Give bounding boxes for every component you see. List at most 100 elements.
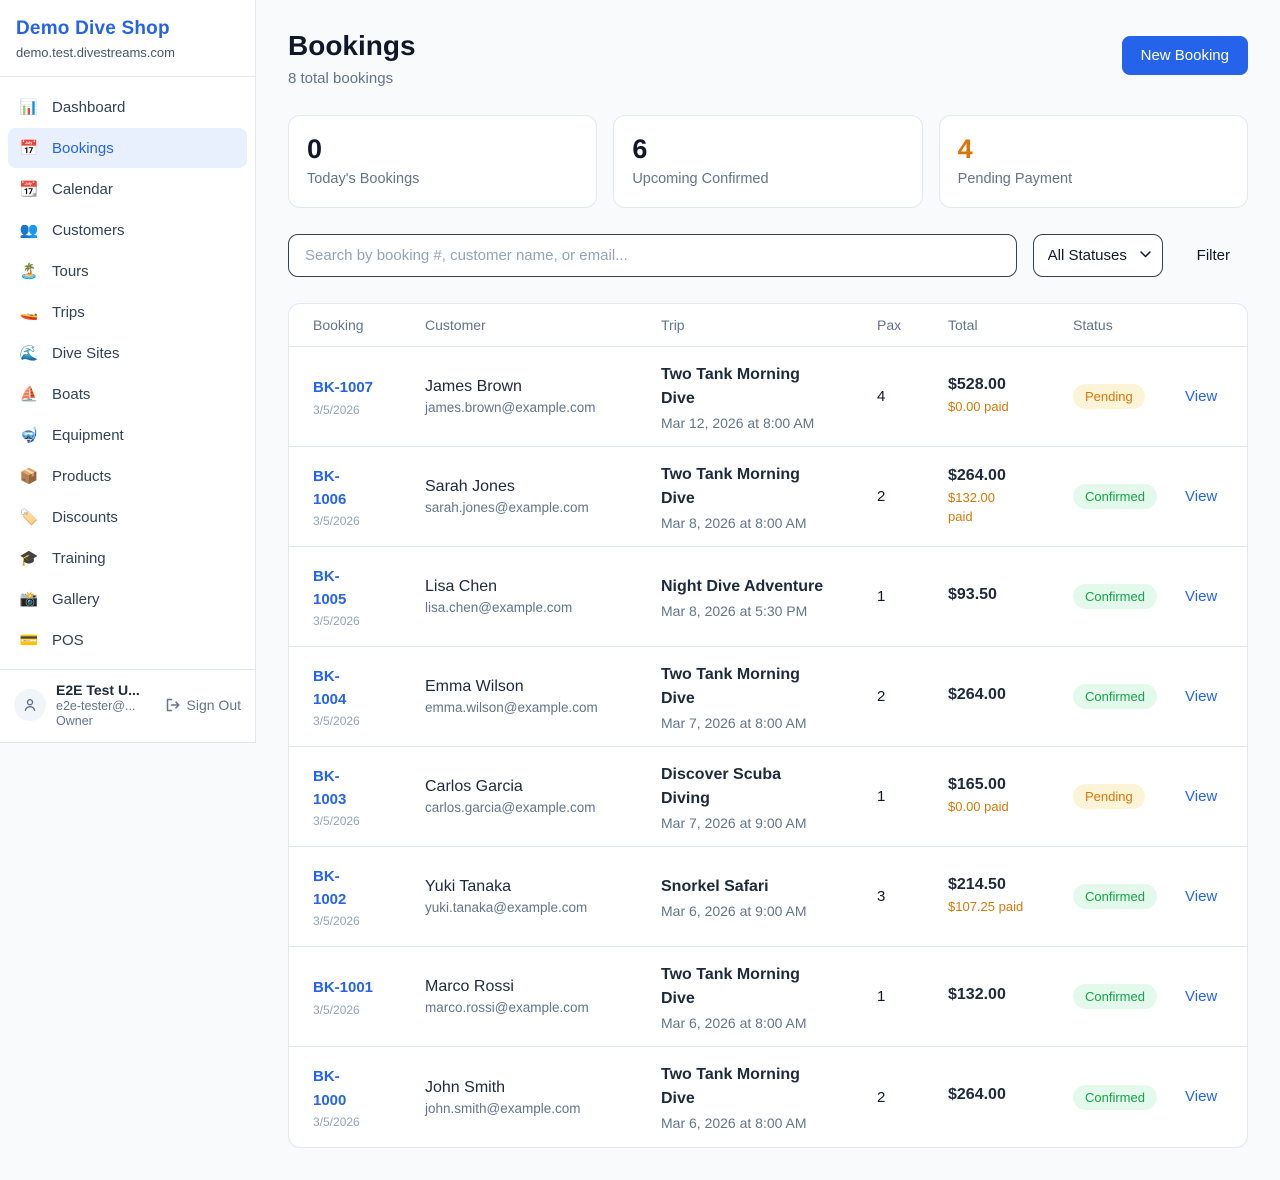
trip-name: Two Tank Morning Dive <box>661 663 867 711</box>
customer-cell: James Brown james.brown@example.com <box>425 378 661 415</box>
sidebar-nav-item[interactable]: 📊 Dashboard <box>8 87 247 127</box>
search-input[interactable] <box>288 234 1017 277</box>
sidebar-nav-item[interactable]: 👥 Customers <box>8 210 247 250</box>
view-link[interactable]: View <box>1185 988 1217 1005</box>
nav-item-icon: 🎓 <box>18 549 40 567</box>
user-info: E2E Test U... e2e-tester@... Owner <box>56 682 155 728</box>
status-cell: Confirmed <box>1073 484 1185 509</box>
customer-email: yuki.tanaka@example.com <box>425 900 651 915</box>
user-role: Owner <box>56 714 155 728</box>
view-link[interactable]: View <box>1185 788 1217 805</box>
column-header-pax: Pax <box>877 317 948 333</box>
sidebar-nav-item[interactable]: 🚤 Trips <box>8 292 247 332</box>
booking-id-link[interactable]: BK-1007 <box>313 376 415 399</box>
customer-name: Lisa Chen <box>425 578 651 596</box>
sidebar-nav-item[interactable]: 🌊 Dive Sites <box>8 333 247 373</box>
customer-name: Sarah Jones <box>425 478 651 496</box>
customer-email: lisa.chen@example.com <box>425 600 651 615</box>
stat-label: Pending Payment <box>958 171 1229 187</box>
booking-id-link[interactable]: BK- 1005 <box>313 565 415 612</box>
sidebar-nav-item[interactable]: 📆 Calendar <box>8 169 247 209</box>
page-header: Bookings 8 total bookings New Booking <box>288 30 1248 87</box>
nav-item-label: Equipment <box>52 427 124 444</box>
customer-name: Marco Rossi <box>425 978 651 996</box>
booking-id-link[interactable]: BK- 1006 <box>313 465 415 512</box>
sign-out-button[interactable]: Sign Out <box>165 697 241 713</box>
trip-cell: Discover Scuba Diving Mar 7, 2026 at 9:0… <box>661 763 877 831</box>
column-header-customer: Customer <box>425 317 661 333</box>
status-filter-select[interactable]: All Statuses <box>1033 234 1163 277</box>
total-amount: $214.50 <box>948 876 1063 894</box>
person-icon <box>22 697 38 713</box>
total-cell: $132.00 <box>948 986 1073 1008</box>
user-email: e2e-tester@... <box>56 699 155 713</box>
trip-cell: Night Dive Adventure Mar 8, 2026 at 5:30… <box>661 575 877 619</box>
trip-datetime: Mar 6, 2026 at 9:00 AM <box>661 903 867 919</box>
trip-name: Discover Scuba Diving <box>661 763 867 811</box>
nav-item-label: Trips <box>52 304 85 321</box>
booking-id-link[interactable]: BK- 1003 <box>313 765 415 812</box>
view-link[interactable]: View <box>1185 688 1217 705</box>
booking-id-link[interactable]: BK-1001 <box>313 976 415 999</box>
status-badge: Pending <box>1073 784 1145 809</box>
sidebar-nav-item[interactable]: 🏷️ Discounts <box>8 497 247 537</box>
trip-datetime: Mar 8, 2026 at 5:30 PM <box>661 603 867 619</box>
paid-amount: $0.00 paid <box>948 398 1063 417</box>
nav-item-label: Products <box>52 468 111 485</box>
booking-date: 3/5/2026 <box>313 814 415 828</box>
sidebar-nav-item[interactable]: 🏝️ Tours <box>8 251 247 291</box>
customer-name: Carlos Garcia <box>425 778 651 796</box>
booking-date: 3/5/2026 <box>313 1115 415 1129</box>
trip-cell: Two Tank Morning Dive Mar 6, 2026 at 8:0… <box>661 1063 877 1131</box>
sidebar-nav-item[interactable]: 🤿 Equipment <box>8 415 247 455</box>
trip-datetime: Mar 7, 2026 at 9:00 AM <box>661 815 867 831</box>
actions-cell: View <box>1185 688 1227 706</box>
column-header-status: Status <box>1073 317 1185 333</box>
sidebar-nav-item[interactable]: 🎓 Training <box>8 538 247 578</box>
bookings-table: Booking Customer Trip Pax Total Status B… <box>288 303 1248 1148</box>
view-link[interactable]: View <box>1185 888 1217 905</box>
sign-out-label: Sign Out <box>187 697 241 713</box>
customer-email: carlos.garcia@example.com <box>425 800 651 815</box>
nav-item-label: Bookings <box>52 140 114 157</box>
booking-date: 3/5/2026 <box>313 914 415 928</box>
pax-cell: 2 <box>877 1089 948 1106</box>
booking-id-link[interactable]: BK- 1002 <box>313 865 415 912</box>
filter-button[interactable]: Filter <box>1179 247 1248 264</box>
sidebar-nav-item[interactable]: 💳 POS <box>8 620 247 660</box>
pax-cell: 4 <box>877 388 948 405</box>
total-cell: $214.50 $107.25 paid <box>948 876 1073 917</box>
status-badge: Confirmed <box>1073 584 1157 609</box>
sidebar-nav-item[interactable]: 📦 Products <box>8 456 247 496</box>
view-link[interactable]: View <box>1185 588 1217 605</box>
booking-cell: BK- 1005 3/5/2026 <box>313 565 425 629</box>
total-bookings-count: 8 total bookings <box>288 70 416 87</box>
nav-item-label: Tours <box>52 263 89 280</box>
sidebar-nav-item[interactable]: 📅 Bookings <box>8 128 247 168</box>
booking-cell: BK- 1000 3/5/2026 <box>313 1065 425 1129</box>
sidebar-nav-item[interactable]: 📸 Gallery <box>8 579 247 619</box>
booking-cell: BK- 1006 3/5/2026 <box>313 465 425 529</box>
booking-id-link[interactable]: BK- 1000 <box>313 1065 415 1112</box>
customer-name: John Smith <box>425 1079 651 1097</box>
table-row: BK- 1006 3/5/2026 Sarah Jones sarah.jone… <box>289 447 1247 547</box>
trip-cell: Two Tank Morning Dive Mar 6, 2026 at 8:0… <box>661 963 877 1031</box>
view-link[interactable]: View <box>1185 488 1217 505</box>
booking-cell: BK- 1002 3/5/2026 <box>313 865 425 929</box>
page-title: Bookings <box>288 30 416 62</box>
view-link[interactable]: View <box>1185 1088 1217 1105</box>
sidebar-nav-item[interactable]: ⛵ Boats <box>8 374 247 414</box>
nav-item-icon: 🚤 <box>18 303 40 321</box>
trip-cell: Two Tank Morning Dive Mar 8, 2026 at 8:0… <box>661 463 877 531</box>
view-link[interactable]: View <box>1185 388 1217 405</box>
customer-cell: Marco Rossi marco.rossi@example.com <box>425 978 661 1015</box>
trip-datetime: Mar 6, 2026 at 8:00 AM <box>661 1115 867 1131</box>
booking-id-link[interactable]: BK- 1004 <box>313 665 415 712</box>
paid-amount: $107.25 paid <box>948 898 1063 917</box>
status-cell: Confirmed <box>1073 984 1185 1009</box>
new-booking-button[interactable]: New Booking <box>1122 36 1248 75</box>
total-amount: $264.00 <box>948 467 1063 485</box>
column-header-booking: Booking <box>313 317 425 333</box>
status-cell: Pending <box>1073 784 1185 809</box>
pax-cell: 2 <box>877 688 948 705</box>
